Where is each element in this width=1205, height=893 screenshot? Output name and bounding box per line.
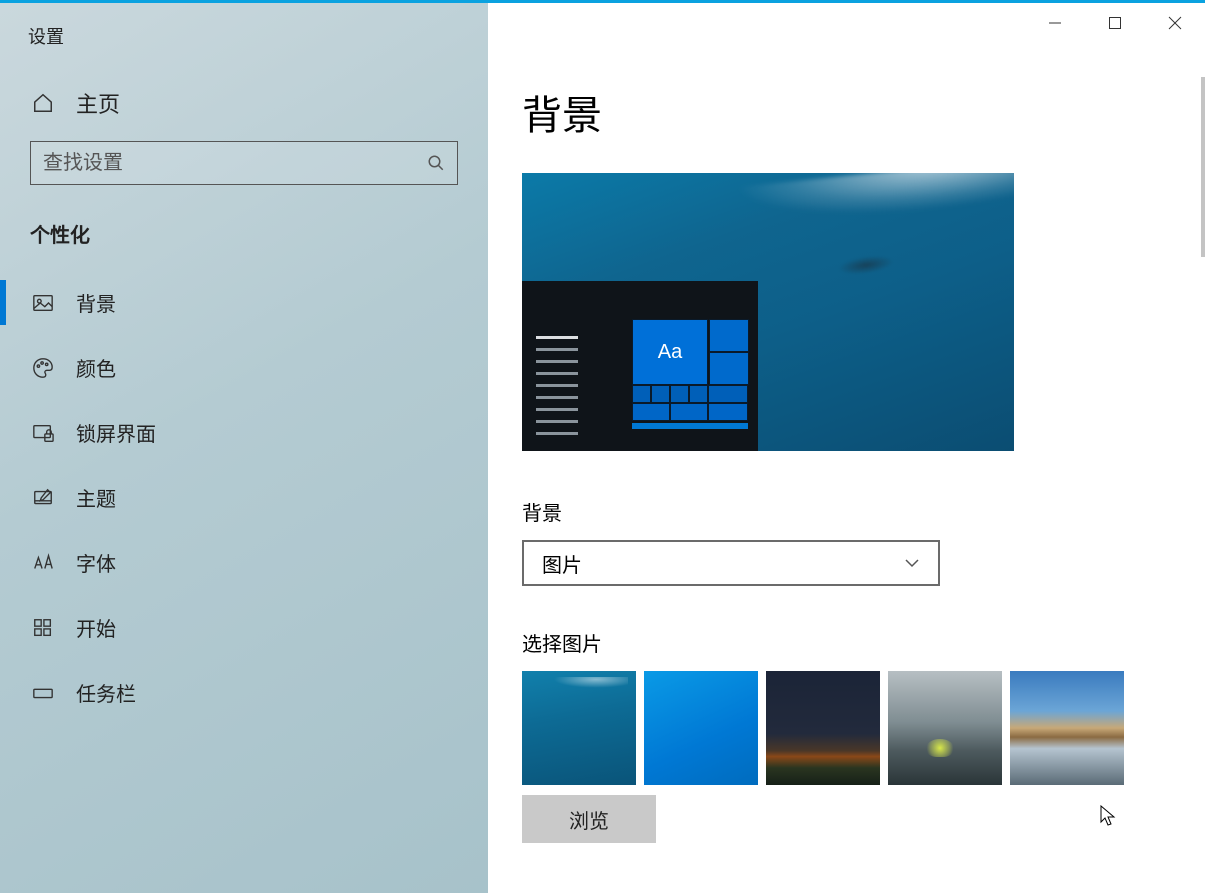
background-dropdown[interactable]: 图片	[522, 540, 940, 586]
thumbnail-5[interactable]	[1010, 671, 1124, 785]
nav-item-label: 锁屏界面	[76, 418, 156, 447]
thumbnail-1[interactable]	[522, 671, 636, 785]
home-icon	[32, 92, 54, 114]
nav-item-start[interactable]: 开始	[0, 595, 488, 660]
nav-item-taskbar[interactable]: 任务栏	[0, 660, 488, 725]
nav-item-label: 背景	[76, 288, 116, 317]
lockscreen-icon	[32, 422, 54, 444]
sidebar: 设置 主页 个性化 背景 颜色 锁屏界面 主题 字体	[0, 3, 488, 893]
nav-item-colors[interactable]: 颜色	[0, 335, 488, 400]
thumbnail-3[interactable]	[766, 671, 880, 785]
window-controls	[1025, 3, 1205, 43]
maximize-button[interactable]	[1085, 3, 1145, 43]
nav-item-fonts[interactable]: 字体	[0, 530, 488, 595]
chevron-down-icon	[904, 555, 920, 571]
start-icon	[32, 617, 54, 639]
picture-thumbnails	[522, 671, 1165, 785]
minimize-icon	[1048, 16, 1062, 30]
nav-item-themes[interactable]: 主题	[0, 465, 488, 530]
fonts-icon	[32, 552, 54, 574]
close-button[interactable]	[1145, 3, 1205, 43]
browse-button[interactable]: 浏览	[522, 795, 656, 843]
dropdown-value: 图片	[542, 549, 582, 578]
content-area: 背景 Aa 背景	[488, 3, 1205, 893]
minimize-button[interactable]	[1025, 3, 1085, 43]
close-icon	[1168, 16, 1182, 30]
choose-picture-label: 选择图片	[522, 628, 1165, 657]
nav-home-label: 主页	[76, 87, 120, 119]
nav-item-label: 颜色	[76, 353, 116, 382]
section-header: 个性化	[0, 215, 488, 270]
nav-item-label: 字体	[76, 548, 116, 577]
main-panel: 背景 Aa 背景	[488, 3, 1205, 893]
app-title: 设置	[0, 17, 488, 77]
scrollbar[interactable]	[1201, 77, 1205, 257]
nav-home[interactable]: 主页	[0, 77, 488, 141]
maximize-icon	[1108, 16, 1122, 30]
nav-item-label: 任务栏	[76, 678, 136, 707]
taskbar-icon	[32, 682, 54, 704]
search-input[interactable]	[43, 152, 427, 175]
desktop-preview: Aa	[522, 173, 1014, 451]
nav-item-label: 开始	[76, 613, 116, 642]
page-title: 背景	[522, 83, 1165, 141]
preview-sample-text: Aa	[632, 319, 708, 385]
nav-item-lockscreen[interactable]: 锁屏界面	[0, 400, 488, 465]
palette-icon	[32, 357, 54, 379]
picture-icon	[32, 292, 54, 314]
search-icon	[427, 154, 445, 172]
thumbnail-4[interactable]	[888, 671, 1002, 785]
nav-item-background[interactable]: 背景	[0, 270, 488, 335]
background-label: 背景	[522, 497, 1165, 526]
thumbnail-2[interactable]	[644, 671, 758, 785]
nav-item-label: 主题	[76, 483, 116, 512]
themes-icon	[32, 487, 54, 509]
search-box[interactable]	[30, 141, 458, 185]
